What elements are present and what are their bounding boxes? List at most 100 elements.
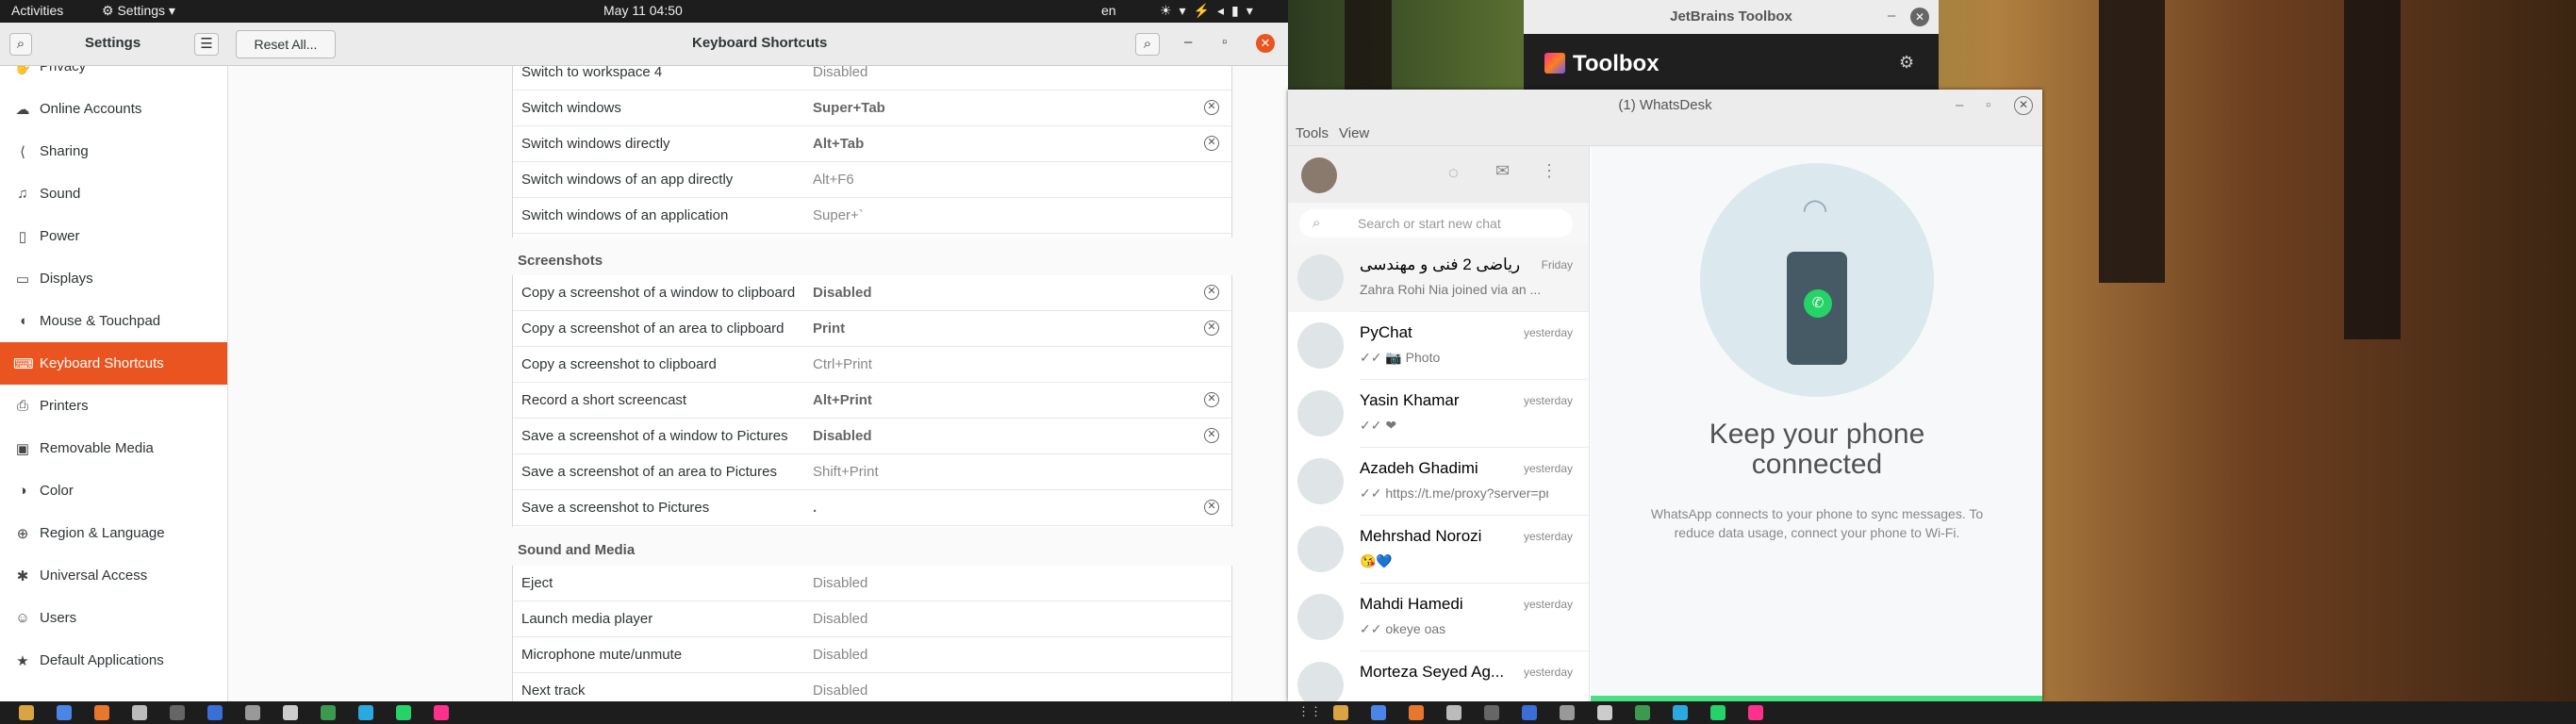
shortcut-accelerator: .: [813, 500, 817, 516]
dock-app-icon[interactable]: [170, 705, 185, 720]
shortcut-row[interactable]: Switch to workspace 4 Disabled: [513, 66, 1233, 90]
sidebar-item[interactable]: ★ Default Applications: [0, 639, 227, 682]
dock-app-icon[interactable]: [1371, 705, 1386, 720]
minimize-icon[interactable]: –: [1184, 34, 1192, 50]
toolbox-minimize-icon[interactable]: –: [1888, 8, 1895, 24]
sidebar-item[interactable]: ♫ Sound: [0, 173, 227, 215]
chat-search-input[interactable]: ⌕ Search or start new chat: [1299, 209, 1573, 238]
shortcut-search-icon[interactable]: ⌕: [1135, 33, 1160, 56]
shortcut-row[interactable]: Switch windows Super+Tab ✕: [513, 90, 1233, 126]
shortcut-row[interactable]: Eject Disabled: [513, 566, 1233, 601]
taskbar-right: ⋮⋮: [1288, 701, 2576, 724]
clear-shortcut-icon[interactable]: ✕: [1204, 428, 1219, 443]
app-menu-button[interactable]: ⚙ Settings ▾: [102, 3, 175, 19]
dock-app-icon[interactable]: [321, 705, 336, 720]
shortcut-row[interactable]: Switch windows of an app directly Alt+F6: [513, 162, 1233, 198]
dock-app-icon[interactable]: [1710, 705, 1726, 720]
dock-app-icon[interactable]: [1484, 705, 1499, 720]
chat-item[interactable]: PyChat yesterday ✓✓ 📷 Photo: [1288, 312, 1589, 380]
sidebar-item[interactable]: ◖ Mouse & Touchpad: [0, 300, 227, 342]
shortcut-row[interactable]: Copy a screenshot of an area to clipboar…: [513, 311, 1233, 347]
app-grid-icon[interactable]: ⋮⋮: [1297, 704, 1322, 719]
toolbox-close-icon[interactable]: ✕: [1910, 8, 1929, 26]
chat-item[interactable]: Yasin Khamar yesterday ✓✓ ❤: [1288, 380, 1589, 448]
sidebar-item[interactable]: ⎙ Printers: [0, 385, 227, 427]
sidebar-item[interactable]: ☺ Users: [0, 597, 227, 639]
dock-app-icon[interactable]: [94, 705, 109, 720]
dock-app-icon[interactable]: [132, 705, 147, 720]
sidebar-item[interactable]: ▭ Displays: [0, 257, 227, 300]
menu-icon[interactable]: ⋮: [1541, 161, 1558, 181]
dock-app-icon[interactable]: [283, 705, 298, 720]
menu-tools[interactable]: Tools: [1296, 125, 1329, 141]
dock-app-icon[interactable]: [1597, 705, 1612, 720]
chat-item[interactable]: Morteza Seyed Ag... yesterday: [1288, 651, 1589, 701]
toolbox-settings-icon[interactable]: ⚙: [1899, 53, 1914, 73]
sidebar-item[interactable]: ⟨ Sharing: [0, 130, 227, 173]
shortcut-row[interactable]: Microphone mute/unmute Disabled: [513, 637, 1233, 673]
hamburger-menu-icon[interactable]: ☰: [194, 33, 219, 56]
shortcut-row[interactable]: Record a short screencast Alt+Print ✕: [513, 383, 1233, 419]
sidebar-item[interactable]: ✋ Privacy: [0, 66, 227, 88]
new-chat-icon[interactable]: ✉: [1495, 161, 1510, 181]
sidebar-item[interactable]: ⊕ Region & Language: [0, 512, 227, 554]
reset-all-button[interactable]: Reset All...: [236, 30, 336, 58]
shortcut-row[interactable]: Copy a screenshot to clipboard Ctrl+Print: [513, 347, 1233, 383]
status-icon[interactable]: ◌: [1448, 163, 1459, 183]
wd-minimize-icon[interactable]: –: [1956, 97, 1963, 113]
shortcut-row[interactable]: Next track Disabled: [513, 673, 1233, 701]
activities-button[interactable]: Activities: [11, 3, 63, 18]
close-icon[interactable]: ✕: [1256, 34, 1275, 53]
sidebar-item[interactable]: ▯ Power: [0, 215, 227, 257]
dock-app-icon[interactable]: [396, 705, 411, 720]
clear-shortcut-icon[interactable]: ✕: [1204, 285, 1219, 300]
shortcut-row[interactable]: Switch windows directly Alt+Tab ✕: [513, 126, 1233, 162]
wd-close-icon[interactable]: ✕: [2014, 96, 2033, 115]
dock-app-icon[interactable]: [1560, 705, 1575, 720]
language-indicator[interactable]: en: [1101, 3, 1116, 18]
clear-shortcut-icon[interactable]: ✕: [1204, 392, 1219, 407]
shortcut-name: Switch windows of an application: [521, 207, 729, 223]
shortcut-row[interactable]: Save a screenshot of an area to Pictures…: [513, 454, 1233, 490]
dock-app-icon[interactable]: [1333, 705, 1348, 720]
dock-app-icon[interactable]: [1409, 705, 1424, 720]
dock-app-icon[interactable]: [207, 705, 223, 720]
shortcut-row[interactable]: Launch media player Disabled: [513, 601, 1233, 637]
clear-shortcut-icon[interactable]: ✕: [1204, 100, 1219, 115]
clock[interactable]: May 11 04:50: [603, 3, 683, 18]
maximize-icon[interactable]: ▫: [1222, 34, 1227, 50]
my-avatar[interactable]: [1301, 157, 1337, 193]
clear-shortcut-icon[interactable]: ✕: [1204, 136, 1219, 151]
shortcut-row[interactable]: Copy a screenshot of a window to clipboa…: [513, 275, 1233, 311]
chat-item[interactable]: Mehrshad Norozi yesterday 😘💙: [1288, 516, 1589, 584]
shortcut-row[interactable]: Save a screenshot of a window to Picture…: [513, 419, 1233, 454]
chat-item[interactable]: Mahdi Hamedi yesterday ✓✓ okeye oas: [1288, 584, 1589, 651]
dock-app-icon[interactable]: [1635, 705, 1650, 720]
system-tray-icons[interactable]: ☀▾⚡◂▮▾: [1160, 3, 1261, 19]
sidebar-item[interactable]: ✱ Universal Access: [0, 554, 227, 597]
sidebar-item[interactable]: ◑ Color: [0, 469, 227, 512]
sidebar-item[interactable]: ☁ Online Accounts: [0, 88, 227, 130]
dock-app-icon[interactable]: [358, 705, 373, 720]
dock-app-icon[interactable]: [57, 705, 72, 720]
sidebar-item[interactable]: ⌨ Keyboard Shortcuts: [0, 342, 227, 385]
dock-app-icon[interactable]: [1522, 705, 1537, 720]
search-icon[interactable]: ⌕: [9, 33, 32, 56]
dock-app-icon[interactable]: [1748, 705, 1763, 720]
chat-name: Morteza Seyed Ag...: [1360, 663, 1505, 681]
chat-item[interactable]: Azadeh Ghadimi yesterday ✓✓ https://t.me/p…: [1288, 448, 1589, 516]
shortcut-row[interactable]: Switch windows of an application Super+`: [513, 198, 1233, 234]
clear-shortcut-icon[interactable]: ✕: [1204, 500, 1219, 515]
dock-app-icon[interactable]: [19, 705, 34, 720]
chat-item[interactable]: ریاضی 2 فنی و مهندسی Friday Zahra Rohi Nia…: [1288, 244, 1589, 312]
clear-shortcut-icon[interactable]: ✕: [1204, 321, 1219, 336]
menu-view[interactable]: View: [1339, 125, 1369, 141]
dock-app-icon[interactable]: [434, 705, 449, 720]
dock-app-icon[interactable]: [245, 705, 260, 720]
sidebar-item[interactable]: ▣ Removable Media: [0, 427, 227, 469]
shortcut-row[interactable]: Save a screenshot to Pictures. ✕: [513, 490, 1233, 526]
dock-app-icon[interactable]: [1673, 705, 1688, 720]
dock-app-icon[interactable]: [1446, 705, 1461, 720]
wd-maximize-icon[interactable]: ▫: [1986, 97, 1990, 113]
sidebar-item-label: Region & Language: [40, 525, 165, 541]
